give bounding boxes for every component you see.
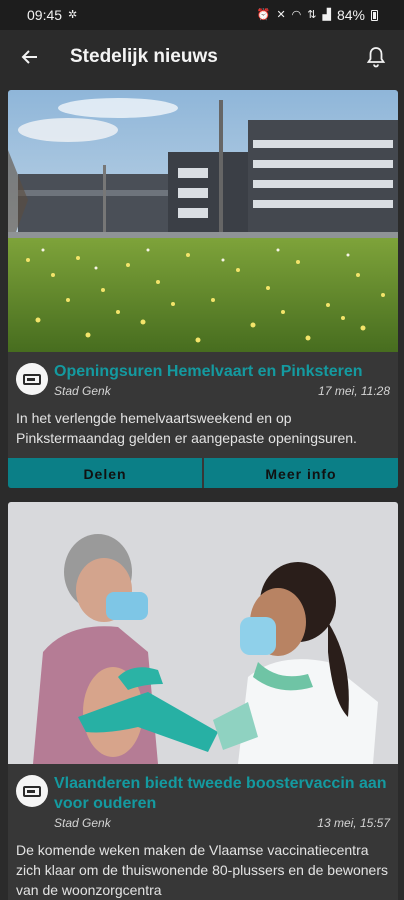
share-button[interactable]: Delen	[8, 458, 202, 488]
stad-genk-logo	[16, 363, 48, 395]
news-card[interactable]: Openingsuren Hemelvaart en Pinksteren St…	[8, 90, 398, 488]
arrow-left-icon	[21, 50, 37, 64]
article-summary: In het verlengde hemelvaartsweekend en o…	[16, 410, 357, 446]
news-card[interactable]: Vlaanderen biedt tweede boostervaccin aa…	[8, 502, 398, 900]
status-time: 09:45	[27, 7, 63, 23]
page-title: Stedelijk nieuws	[70, 46, 218, 67]
battery-percentage: 84%	[336, 7, 365, 23]
mute-icon: ✕	[276, 8, 286, 21]
article-title[interactable]: Openingsuren Hemelvaart en Pinksteren	[54, 362, 390, 382]
signal-icon: ▟	[322, 8, 331, 21]
notifications-button[interactable]	[362, 43, 390, 71]
article-date: 17 mei, 11:28	[318, 384, 390, 398]
wifi-icon: ◠	[291, 8, 302, 21]
stad-genk-logo	[16, 775, 48, 807]
notification-icon: ✲	[68, 8, 78, 21]
data-icon: ⇅	[307, 8, 317, 21]
alarm-icon: ⏰	[256, 8, 271, 21]
back-button[interactable]	[16, 43, 44, 71]
article-title[interactable]: Vlaanderen biedt tweede boostervaccin aa…	[54, 774, 390, 814]
article-header: Openingsuren Hemelvaart en Pinksteren St…	[8, 352, 398, 398]
article-date: 13 mei, 15:57	[317, 816, 390, 830]
article-header: Vlaanderen biedt tweede boostervaccin aa…	[8, 764, 398, 830]
article-actions: Delen Meer info	[8, 458, 398, 488]
battery-icon	[371, 9, 378, 21]
news-feed[interactable]: Openingsuren Hemelvaart en Pinksteren St…	[0, 84, 404, 900]
bell-icon	[366, 47, 386, 68]
article-image[interactable]	[8, 502, 398, 764]
article-meta: Stad Genk 17 mei, 11:28	[54, 384, 390, 398]
article-source: Stad Genk	[54, 816, 111, 830]
article-image[interactable]	[8, 90, 398, 352]
status-bar: 09:45 ✲ ⏰ ✕ ◠ ⇅ ▟ 84%	[0, 0, 404, 30]
more-info-button[interactable]: Meer info	[204, 458, 398, 488]
article-meta: Stad Genk 13 mei, 15:57	[54, 816, 390, 830]
article-source: Stad Genk	[54, 384, 111, 398]
app-bar: Stedelijk nieuws	[0, 30, 404, 84]
article-summary: De komende weken maken de Vlaamse vaccin…	[16, 842, 388, 898]
